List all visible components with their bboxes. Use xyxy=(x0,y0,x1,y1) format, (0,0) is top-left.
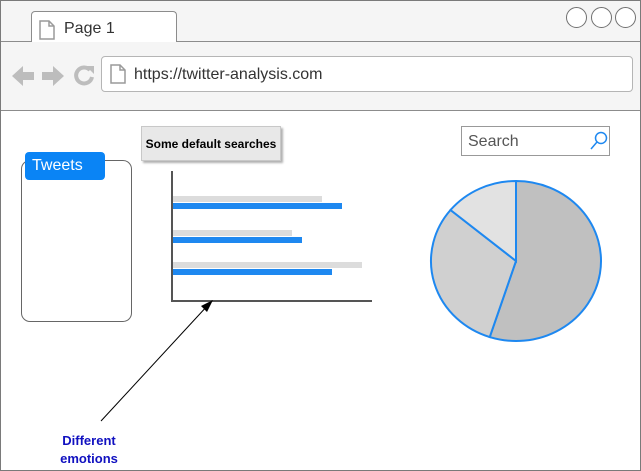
minimize-button[interactable] xyxy=(566,7,587,28)
bar-series2-row2 xyxy=(172,237,302,243)
refresh-icon[interactable] xyxy=(73,64,95,91)
annotation-label: Different emotions xyxy=(60,433,118,466)
page-content: Tweets Some default searches Search Diff… xyxy=(1,111,640,470)
default-searches-button[interactable]: Some default searches xyxy=(141,126,281,161)
browser-window: Page 1 https://twitter-analysis.com Twee… xyxy=(0,0,641,471)
emotions-pie-chart xyxy=(430,179,602,342)
forward-arrow-icon[interactable] xyxy=(41,65,65,92)
bar-series2-row1 xyxy=(172,203,342,209)
search-input[interactable] xyxy=(466,131,588,153)
navigation-toolbar: https://twitter-analysis.com xyxy=(1,42,640,111)
address-bar[interactable]: https://twitter-analysis.com xyxy=(101,56,633,92)
annotation-arrow xyxy=(100,300,213,422)
tab-label: Page 1 xyxy=(64,20,115,37)
maximize-button[interactable] xyxy=(591,7,612,28)
bar-series2-row3 xyxy=(172,269,332,275)
search-box[interactable] xyxy=(461,126,610,156)
title-bar: Page 1 xyxy=(1,1,640,43)
tweets-panel-title: Tweets xyxy=(25,152,105,180)
tab-page-1[interactable]: Page 1 xyxy=(31,11,177,43)
bar-series1-row2 xyxy=(172,230,292,236)
close-button[interactable] xyxy=(615,7,636,28)
bar-series1-row1 xyxy=(172,196,322,202)
emotions-bar-chart xyxy=(171,171,372,302)
url-text: https://twitter-analysis.com xyxy=(134,66,323,83)
back-arrow-icon[interactable] xyxy=(11,65,35,92)
search-icon[interactable] xyxy=(590,131,608,156)
bar-series1-row3 xyxy=(172,262,362,268)
page-icon xyxy=(110,64,126,89)
